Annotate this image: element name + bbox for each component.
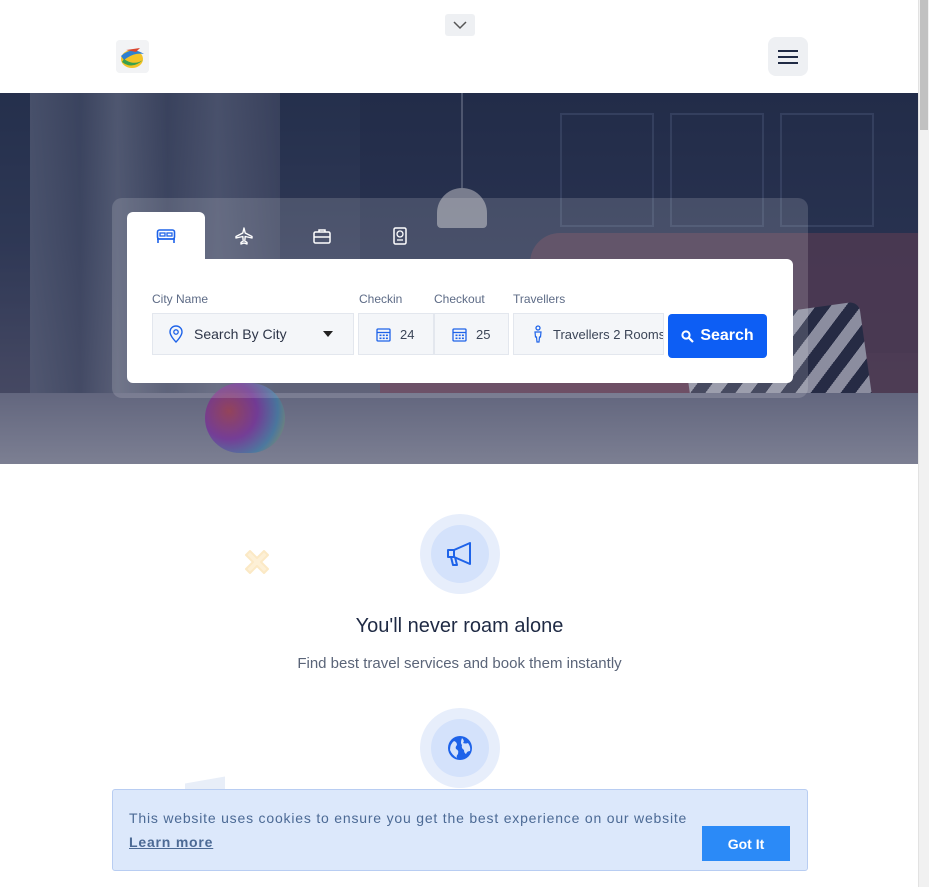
travellers-label: Travellers — [513, 292, 566, 306]
menu-button[interactable] — [768, 37, 808, 76]
search-button[interactable]: Search — [668, 314, 767, 358]
travellers-input[interactable]: Travellers 2 Rooms — [513, 313, 664, 355]
checkin-input[interactable]: 24 — [358, 313, 434, 355]
feature-icon-badge — [420, 708, 500, 788]
site-logo[interactable] — [116, 40, 149, 73]
scrollbar[interactable] — [918, 0, 929, 887]
caret-down-icon — [323, 331, 333, 337]
passport-icon — [393, 226, 407, 245]
site-header — [0, 0, 919, 93]
cookie-banner: This website uses cookies to ensure you … — [112, 789, 808, 871]
person-icon — [534, 325, 542, 343]
tab-flights[interactable] — [205, 212, 283, 259]
city-label: City Name — [152, 292, 209, 306]
cookie-text: This website uses cookies to ensure you … — [129, 810, 688, 826]
page: City Name Search By City Checkin 24 Chec… — [0, 0, 919, 887]
scrollbar-thumb[interactable] — [920, 0, 928, 130]
feature-title: You'll never roam alone — [355, 615, 564, 637]
tab-tours[interactable] — [283, 212, 361, 259]
tab-hotels[interactable] — [127, 212, 205, 259]
briefcase-icon — [313, 228, 331, 244]
learn-more-link[interactable]: Learn more — [129, 834, 213, 850]
cookie-accept-button[interactable]: Got It — [702, 826, 790, 861]
feature-description: Find best travel services and book them … — [297, 655, 622, 672]
megaphone-icon — [447, 542, 471, 566]
city-select[interactable]: Search By City — [152, 313, 354, 355]
checkin-label: Checkin — [359, 292, 403, 306]
calendar-icon — [376, 327, 391, 342]
calendar-icon — [452, 327, 467, 342]
checkout-input[interactable]: 25 — [434, 313, 509, 355]
cookie-message: This website uses cookies to ensure you … — [129, 806, 729, 854]
checkout-value: 25 — [476, 326, 491, 342]
search-icon — [681, 329, 695, 343]
map-pin-icon — [169, 325, 183, 343]
airplane-icon — [235, 226, 253, 245]
chevron-down-icon — [453, 21, 467, 30]
feature-icon-badge — [420, 514, 500, 594]
city-placeholder: Search By City — [194, 326, 287, 342]
collapse-toggle[interactable] — [445, 14, 475, 36]
checkout-label: Checkout — [434, 292, 485, 306]
bed-icon — [156, 228, 176, 243]
search-tabs — [127, 212, 439, 259]
search-button-label: Search — [700, 327, 754, 344]
checkin-value: 24 — [400, 326, 415, 342]
decorative-x-shape — [245, 550, 269, 574]
tab-visa[interactable] — [361, 212, 439, 259]
travellers-value: Travellers 2 Rooms — [553, 326, 664, 342]
globe-icon — [448, 736, 472, 760]
hamburger-menu-icon — [778, 49, 798, 64]
